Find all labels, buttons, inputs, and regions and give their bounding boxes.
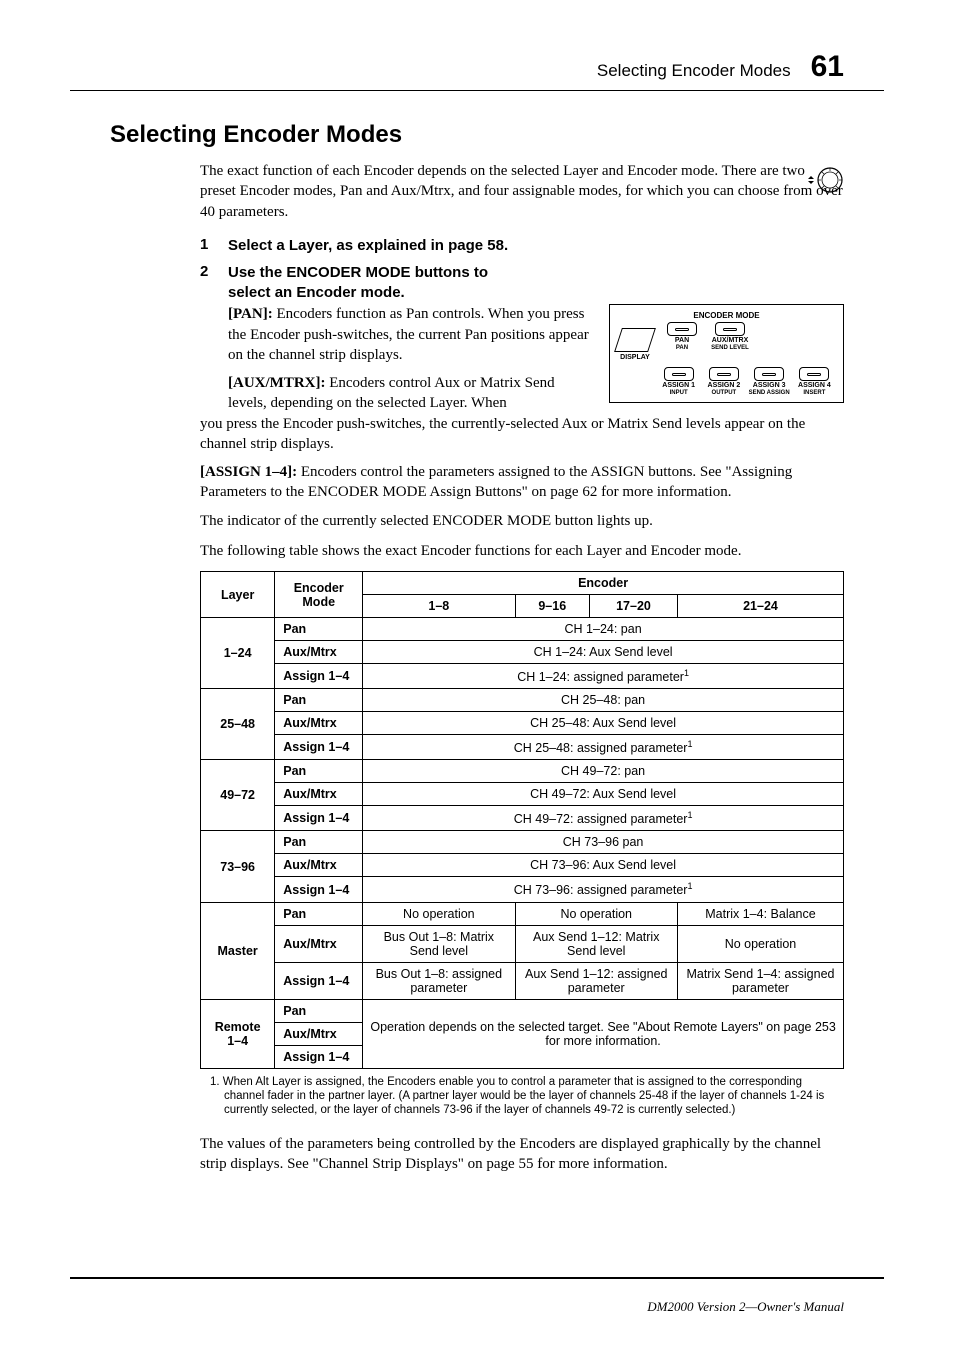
indicator-note: The indicator of the currently selected … xyxy=(200,511,844,531)
remote-mode-0: Pan xyxy=(275,999,363,1022)
mode-cell: Assign 1–4 xyxy=(275,806,363,831)
aux-label: [AUX/MTRX]: xyxy=(228,375,325,391)
th-col4: 21–24 xyxy=(677,595,843,618)
layer-remote: Remote 1–4 xyxy=(201,999,275,1068)
value-cell: CH 25–48: pan xyxy=(363,689,844,712)
master-aux-c2: Aux Send 1–12: Matrix Send level xyxy=(515,925,677,962)
mode-cell: Aux/Mtrx xyxy=(275,854,363,877)
encoder-function-table: Layer Encoder Mode Encoder 1–8 9–16 17–2… xyxy=(200,571,844,1069)
header-page-number: 61 xyxy=(811,50,844,84)
master-aux-c1: Bus Out 1–8: Matrix Send level xyxy=(363,925,515,962)
remote-mode-2: Assign 1–4 xyxy=(275,1045,363,1068)
layer-cell: 73–96 xyxy=(201,831,275,902)
value-cell: CH 49–72: pan xyxy=(363,760,844,783)
value-cell: CH 73–96: assigned parameter1 xyxy=(363,877,844,902)
step-2-text: Use the ENCODER MODE buttons to select a… xyxy=(228,263,528,302)
value-cell: CH 49–72: Aux Send level xyxy=(363,783,844,806)
footer-rule xyxy=(70,1277,884,1279)
value-cell: CH 73–96: Aux Send level xyxy=(363,854,844,877)
step-2-number: 2 xyxy=(200,263,214,302)
layer-cell: 25–48 xyxy=(201,689,275,760)
master-assign-mode: Assign 1–4 xyxy=(275,962,363,999)
step-2: 2 Use the ENCODER MODE buttons to select… xyxy=(200,263,844,302)
assign4-button-icon xyxy=(799,367,829,381)
value-cell: CH 1–24: assigned parameter1 xyxy=(363,664,844,689)
assign3-button-icon xyxy=(754,367,784,381)
th-col2: 9–16 xyxy=(515,595,590,618)
th-col1: 1–8 xyxy=(363,595,515,618)
th-layer: Layer xyxy=(201,572,275,618)
remote-text: Operation depends on the selected target… xyxy=(363,999,844,1068)
header-title: Selecting Encoder Modes xyxy=(597,61,791,81)
layer-cell: 49–72 xyxy=(201,760,275,831)
post-table-paragraph: The values of the parameters being contr… xyxy=(200,1134,844,1175)
assign2-col: ASSIGN 2 OUTPUT xyxy=(703,367,744,396)
mode-cell: Pan xyxy=(275,831,363,854)
intro-paragraph: The exact function of each Encoder depen… xyxy=(200,161,844,222)
assign-desc: [ASSIGN 1–4]: Encoders control the param… xyxy=(200,462,844,503)
mode-cell: Pan xyxy=(275,689,363,712)
assign2-button-icon xyxy=(709,367,739,381)
remote-mode-1: Aux/Mtrx xyxy=(275,1022,363,1045)
mode-cell: Aux/Mtrx xyxy=(275,641,363,664)
master-aux-c3: No operation xyxy=(677,925,843,962)
master-pan-c1: No operation xyxy=(363,902,515,925)
pan-desc: [PAN]: Encoders function as Pan controls… xyxy=(228,304,593,365)
th-col3: 17–20 xyxy=(590,595,678,618)
assign-label: [ASSIGN 1–4]: xyxy=(200,464,297,480)
step-1-text: Select a Layer, as explained in page 58. xyxy=(228,236,508,256)
pan-button-col: PAN PAN xyxy=(660,322,704,351)
diagram-title: ENCODER MODE xyxy=(618,311,835,320)
value-cell: CH 49–72: assigned parameter1 xyxy=(363,806,844,831)
master-assign-c3: Matrix Send 1–4: assigned parameter xyxy=(677,962,843,999)
assign1-col: ASSIGN 1 INPUT xyxy=(658,367,699,396)
pan-label: [PAN]: xyxy=(228,306,273,322)
mode-cell: Pan xyxy=(275,618,363,641)
value-cell: CH 25–48: Aux Send level xyxy=(363,712,844,735)
master-pan-mode: Pan xyxy=(275,902,363,925)
value-cell: CH 25–48: assigned parameter1 xyxy=(363,735,844,760)
layer-master: Master xyxy=(201,902,275,999)
encoder-dial-icon xyxy=(808,166,844,194)
master-pan-c3: Matrix 1–4: Balance xyxy=(677,902,843,925)
page-header: Selecting Encoder Modes 61 xyxy=(70,50,884,91)
auxmtrx-button-col: AUX/MTRX SEND LEVEL xyxy=(708,322,752,351)
master-assign-c2: Aux Send 1–12: assigned parameter xyxy=(515,962,677,999)
value-cell: CH 73–96 pan xyxy=(363,831,844,854)
display-shape-icon xyxy=(614,328,656,352)
assign1-button-icon xyxy=(664,367,694,381)
auxmtrx-button-icon xyxy=(715,322,745,336)
mode-cell: Assign 1–4 xyxy=(275,664,363,689)
aux-desc-left: [AUX/MTRX]: Encoders control Aux or Matr… xyxy=(228,373,593,414)
section-heading: Selecting Encoder Modes xyxy=(110,121,844,149)
pan-text: Encoders function as Pan controls. When … xyxy=(228,306,589,363)
table-intro: The following table shows the exact Enco… xyxy=(200,541,844,561)
mode-cell: Aux/Mtrx xyxy=(275,712,363,735)
mode-cell: Pan xyxy=(275,760,363,783)
mode-cell: Assign 1–4 xyxy=(275,877,363,902)
step-1: 1 Select a Layer, as explained in page 5… xyxy=(200,236,844,256)
step-1-number: 1 xyxy=(200,236,214,256)
assign3-col: ASSIGN 3 SEND ASSIGN xyxy=(749,367,790,396)
master-aux-mode: Aux/Mtrx xyxy=(275,925,363,962)
assign4-col: ASSIGN 4 INSERT xyxy=(794,367,835,396)
aux-desc-wrap: you press the Encoder push-switches, the… xyxy=(200,414,844,455)
value-cell: CH 1–24: pan xyxy=(363,618,844,641)
layer-cell: 1–24 xyxy=(201,618,275,689)
display-label: DISPLAY xyxy=(620,354,650,361)
value-cell: CH 1–24: Aux Send level xyxy=(363,641,844,664)
master-pan-c2: No operation xyxy=(515,902,677,925)
master-assign-c1: Bus Out 1–8: assigned parameter xyxy=(363,962,515,999)
pan-button-icon xyxy=(667,322,697,336)
mode-cell: Aux/Mtrx xyxy=(275,783,363,806)
page-footer: DM2000 Version 2—Owner's Manual xyxy=(647,1299,844,1315)
table-footnote: 1. When Alt Layer is assigned, the Encod… xyxy=(210,1075,844,1118)
encoder-mode-diagram: ENCODER MODE DISPLAY PAN PAN AUX/MTRX xyxy=(609,304,844,403)
mode-cell: Assign 1–4 xyxy=(275,735,363,760)
th-encoder: Encoder xyxy=(363,572,844,595)
th-mode: Encoder Mode xyxy=(275,572,363,618)
